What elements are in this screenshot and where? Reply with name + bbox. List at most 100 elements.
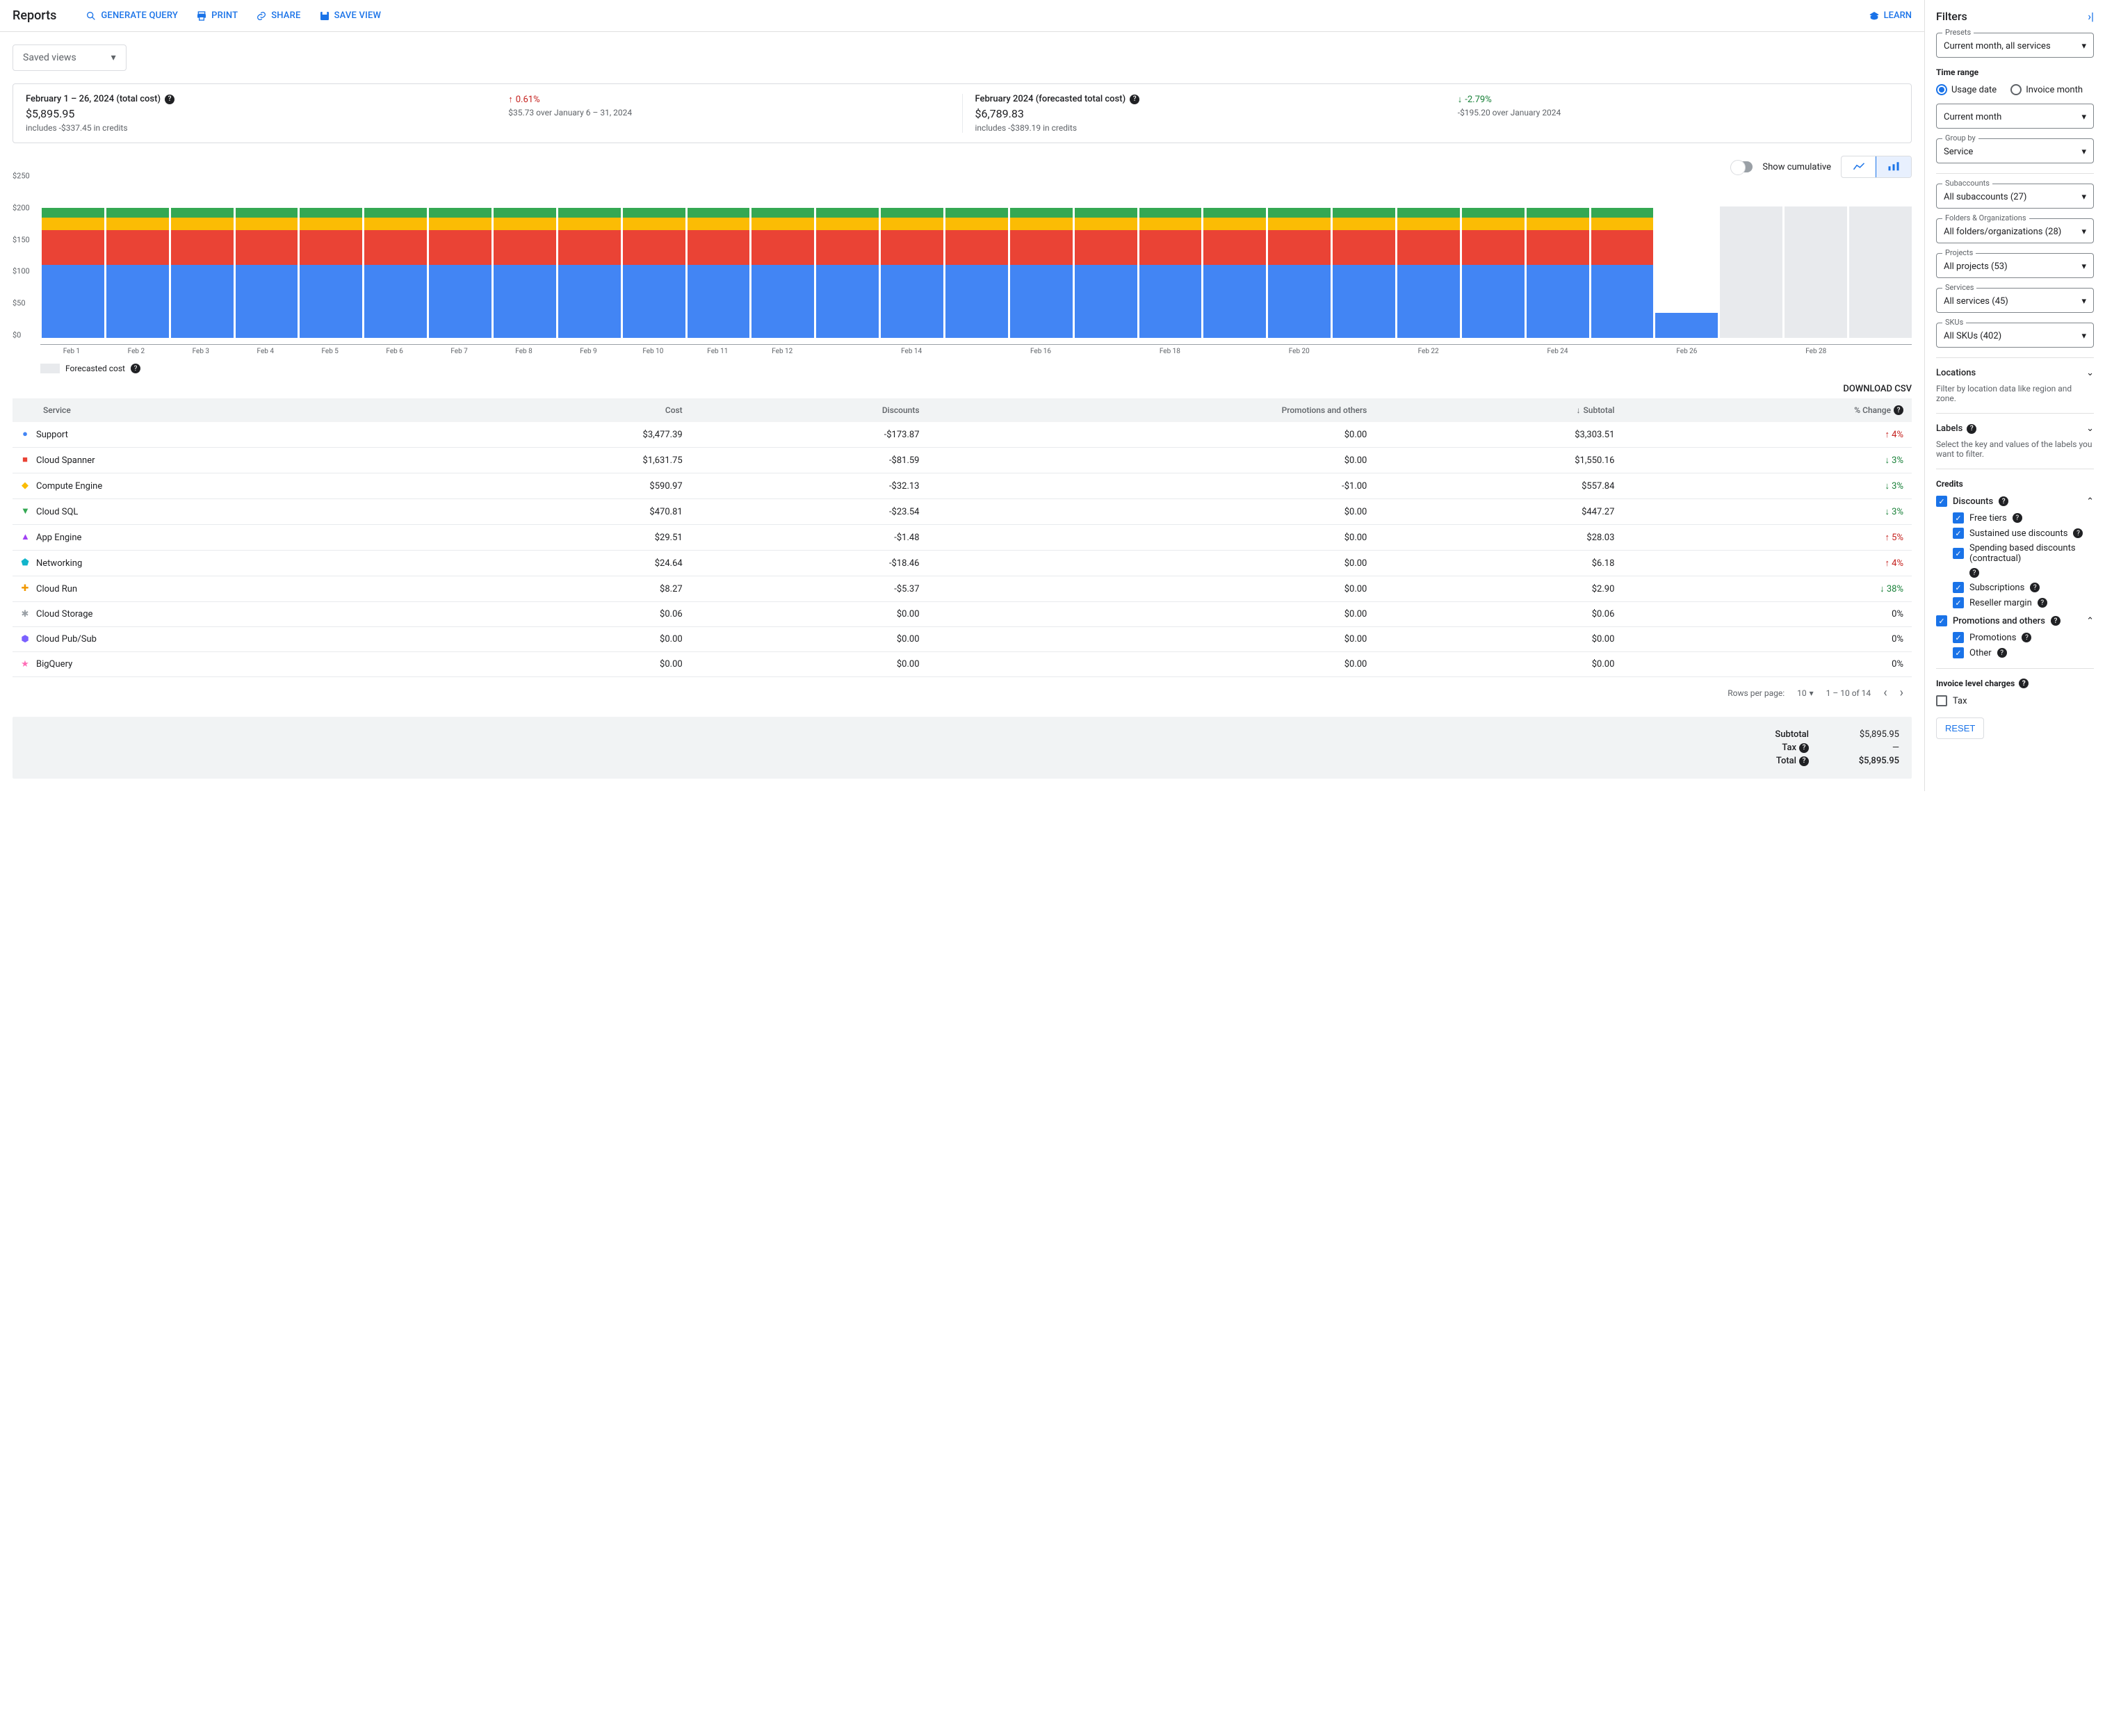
pagination-range: 1 – 10 of 14 <box>1826 688 1871 698</box>
bar-column[interactable] <box>1203 192 1266 338</box>
x-tick <box>945 348 1007 355</box>
table-row[interactable]: ⬟Networking$24.64-$18.46$0.00$6.18↑ 4% <box>13 551 1912 576</box>
promotions-checkbox[interactable]: ✓Promotions? <box>1953 632 2094 643</box>
th-change[interactable]: % Change? <box>1623 398 1912 422</box>
download-csv-button[interactable]: DOWNLOAD CSV <box>13 383 1912 394</box>
time-range-select[interactable]: Current month ▾ <box>1936 104 2094 129</box>
x-tick <box>1203 348 1266 355</box>
chevron-down-icon: ▾ <box>2081 112 2086 122</box>
table-row[interactable]: ★BigQuery$0.00$0.00$0.00$0.000% <box>13 652 1912 677</box>
saved-views-dropdown[interactable]: Saved views ▾ <box>13 44 127 71</box>
bar-column[interactable] <box>558 192 621 338</box>
bar-chart-button[interactable] <box>1876 156 1912 178</box>
folders-select[interactable]: Folders & Organizations All folders/orga… <box>1936 218 2094 243</box>
table-row[interactable]: ▲App Engine$29.51-$1.48$0.00$28.03↑ 5% <box>13 525 1912 551</box>
share-button[interactable]: SHARE <box>256 10 300 22</box>
bar-column[interactable] <box>1849 192 1912 338</box>
help-icon[interactable]: ? <box>1799 743 1809 753</box>
bar-column[interactable] <box>300 192 362 338</box>
bar-column[interactable] <box>1268 192 1331 338</box>
promotions-expand[interactable]: ✓ Promotions and others ? ⌃ <box>1936 615 2094 626</box>
reseller-checkbox[interactable]: ✓Reseller margin? <box>1953 597 2094 608</box>
bar-column[interactable] <box>171 192 234 338</box>
th-cost[interactable]: Cost <box>444 398 691 422</box>
labels-expand[interactable]: Labels? ⌄ <box>1936 423 2094 434</box>
usage-date-radio[interactable]: Usage date <box>1936 84 1997 95</box>
bar-column[interactable] <box>1527 192 1589 338</box>
next-page-button[interactable]: › <box>1900 686 1903 700</box>
save-view-button[interactable]: SAVE VIEW <box>319 10 382 22</box>
help-icon[interactable]: ? <box>1130 95 1139 104</box>
table-row[interactable]: ✚Cloud Run$8.27-$5.37$0.00$2.90↓ 38% <box>13 576 1912 602</box>
bar-column[interactable] <box>429 192 491 338</box>
bar-column[interactable] <box>945 192 1008 338</box>
summary-card: February 1 – 26, 2024 (total cost) ? $5,… <box>13 83 1912 143</box>
line-chart-button[interactable] <box>1842 156 1876 177</box>
bar-column[interactable] <box>881 192 943 338</box>
table-row[interactable]: ✱Cloud Storage$0.06$0.00$0.00$0.060% <box>13 602 1912 627</box>
table-row[interactable]: ●Support$3,477.39-$173.87$0.00$3,303.51↑… <box>13 422 1912 448</box>
help-icon[interactable]: ? <box>131 364 140 373</box>
x-tick: Feb 28 <box>1785 348 1847 355</box>
th-subtotal[interactable]: ↓Subtotal <box>1375 398 1623 422</box>
th-discounts[interactable]: Discounts <box>691 398 928 422</box>
skus-select[interactable]: SKUs All SKUs (402) ▾ <box>1936 323 2094 348</box>
bar-column[interactable] <box>688 192 750 338</box>
spending-checkbox[interactable]: ✓Spending based discounts (contractual) <box>1953 543 2094 564</box>
learn-button[interactable]: LEARN <box>1869 10 1912 22</box>
subscriptions-checkbox[interactable]: ✓Subscriptions? <box>1953 582 2094 593</box>
bar-column[interactable] <box>1462 192 1525 338</box>
bar-column[interactable] <box>1010 192 1073 338</box>
help-icon[interactable]: ? <box>1969 568 1979 578</box>
bar-column[interactable] <box>816 192 879 338</box>
pagination: Rows per page: 10 ▾ 1 – 10 of 14 ‹ › <box>13 677 1912 708</box>
cumulative-toggle[interactable] <box>1732 161 1753 172</box>
group-by-select[interactable]: Group by Service ▾ <box>1936 138 2094 163</box>
x-tick: Feb 12 <box>751 348 813 355</box>
generate-query-button[interactable]: GENERATE QUERY <box>86 10 178 22</box>
bar-column[interactable] <box>751 192 814 338</box>
bar-column[interactable] <box>494 192 556 338</box>
bar-column[interactable] <box>1591 192 1654 338</box>
help-icon: ? <box>2022 633 2031 642</box>
reset-button[interactable]: RESET <box>1936 717 1984 739</box>
discounts-expand[interactable]: ✓ Discounts ? ⌃ <box>1936 496 2094 507</box>
locations-expand[interactable]: Locations ⌄ <box>1936 368 2094 378</box>
table-row[interactable]: ◆Compute Engine$590.97-$32.13-$1.00$557.… <box>13 473 1912 499</box>
help-icon[interactable]: ? <box>1799 756 1809 766</box>
bar-column[interactable] <box>236 192 298 338</box>
th-service[interactable]: Service <box>13 398 444 422</box>
free-tiers-checkbox[interactable]: ✓Free tiers? <box>1953 512 2094 524</box>
help-icon[interactable]: ? <box>2019 679 2029 688</box>
projects-select[interactable]: Projects All projects (53) ▾ <box>1936 253 2094 278</box>
bar-column[interactable] <box>1075 192 1137 338</box>
bar-column[interactable] <box>623 192 685 338</box>
sustained-checkbox[interactable]: ✓Sustained use discounts? <box>1953 528 2094 539</box>
bar-column[interactable] <box>106 192 169 338</box>
bar-column[interactable] <box>1397 192 1460 338</box>
rows-per-page-select[interactable]: 10 ▾ <box>1797 688 1814 698</box>
subaccounts-select[interactable]: Subaccounts All subaccounts (27) ▾ <box>1936 184 2094 209</box>
forecast-title: February 2024 (forecasted total cost) ? <box>975 94 1416 104</box>
bar-column[interactable] <box>1333 192 1395 338</box>
tax-checkbox[interactable]: Tax <box>1936 695 2094 706</box>
table-row[interactable]: ■Cloud Spanner$1,631.75-$81.59$0.00$1,55… <box>13 448 1912 473</box>
presets-select[interactable]: Presets Current month, all services ▾ <box>1936 33 2094 58</box>
bar-column[interactable] <box>1655 192 1718 338</box>
prev-page-button[interactable]: ‹ <box>1883 686 1887 700</box>
help-icon[interactable]: ? <box>165 95 174 104</box>
th-promotions[interactable]: Promotions and others <box>928 398 1376 422</box>
table-row[interactable]: ▼Cloud SQL$470.81-$23.54$0.00$447.27↓ 3% <box>13 499 1912 525</box>
bar-column[interactable] <box>42 192 104 338</box>
invoice-month-radio[interactable]: Invoice month <box>2010 84 2083 95</box>
bar-column[interactable] <box>364 192 427 338</box>
services-select[interactable]: Services All services (45) ▾ <box>1936 288 2094 313</box>
collapse-icon[interactable]: ›| <box>2088 10 2094 23</box>
print-button[interactable]: PRINT <box>196 10 238 22</box>
other-checkbox[interactable]: ✓Other? <box>1953 647 2094 658</box>
bar-column[interactable] <box>1785 192 1847 338</box>
table-row[interactable]: ⬢Cloud Pub/Sub$0.00$0.00$0.00$0.000% <box>13 627 1912 652</box>
x-tick: Feb 6 <box>364 348 426 355</box>
bar-column[interactable] <box>1139 192 1202 338</box>
bar-column[interactable] <box>1720 192 1782 338</box>
